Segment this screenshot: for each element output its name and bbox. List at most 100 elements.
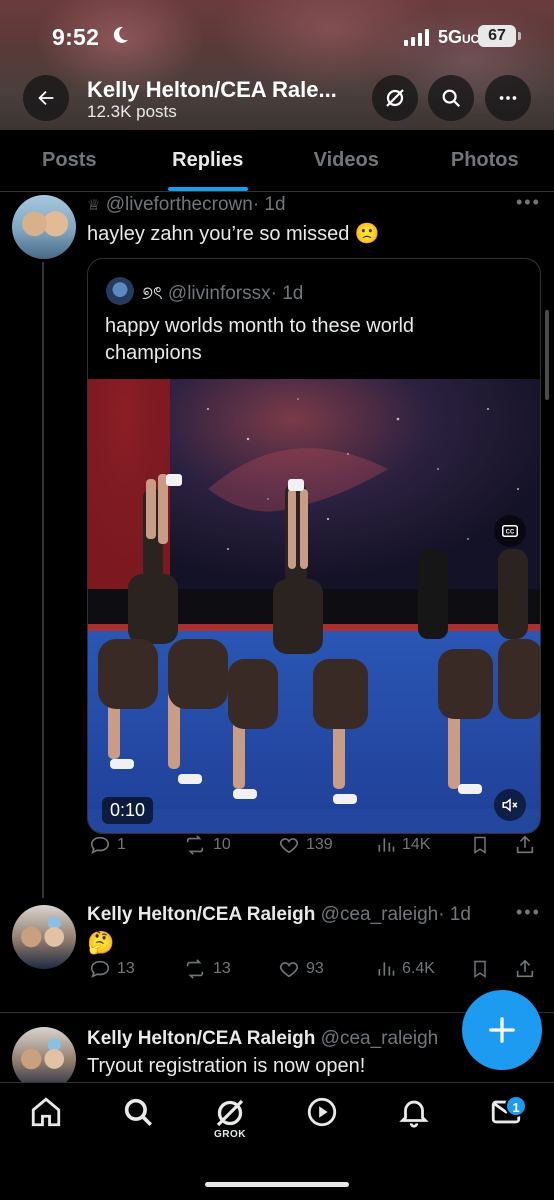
plus-icon	[489, 1017, 515, 1043]
repost-icon	[186, 835, 204, 855]
post-time: · 1d	[252, 194, 286, 215]
post-handle[interactable]: @cea_raleigh	[321, 1028, 439, 1049]
post-header: Kelly Helton/CEA Raleigh @cea_raleigh	[87, 1028, 457, 1050]
views-icon	[378, 838, 395, 852]
views-count: 14K	[402, 836, 431, 853]
search-button[interactable]	[428, 75, 474, 121]
home-icon	[31, 1097, 61, 1127]
post-text: hayley zahn you’re so missed 🙁	[87, 223, 380, 245]
cheer-video-frame	[88, 379, 540, 833]
bell-icon	[399, 1100, 429, 1128]
mute-button[interactable]	[494, 789, 526, 821]
avatar[interactable]	[12, 905, 76, 969]
grok-icon	[216, 1099, 244, 1127]
repost-button[interactable]: 13	[183, 958, 231, 980]
quote-text: happy worlds month to these world champi…	[105, 315, 415, 364]
search-icon	[124, 1098, 153, 1127]
post-handle[interactable]: @liveforthecrown	[106, 194, 253, 215]
home-indicator	[205, 1182, 349, 1187]
quote-name: ୭ৎ	[142, 283, 163, 303]
grok-label: GROK	[214, 1129, 246, 1140]
thread-connector	[42, 262, 44, 898]
reply-count: 1	[117, 836, 126, 853]
tab-replies[interactable]: Replies	[139, 130, 278, 191]
profile-header-banner: 9:52 5GUC 67 Kelly Helton/CEA Rale... 12…	[0, 0, 554, 130]
bookmark-icon[interactable]	[470, 958, 490, 980]
signal-icon	[404, 29, 429, 46]
post-text: Tryout registration is now open!	[87, 1055, 366, 1077]
avatar[interactable]	[12, 195, 76, 259]
reply-count: 13	[117, 960, 135, 977]
play-circle-icon	[307, 1097, 337, 1127]
reply-button[interactable]: 13	[89, 958, 135, 980]
grok-button[interactable]	[372, 75, 418, 121]
compose-button[interactable]	[462, 990, 542, 1070]
network-label: 5GUC	[438, 27, 480, 47]
post-author[interactable]: Kelly Helton/CEA Raleigh	[87, 1028, 315, 1049]
repost-button[interactable]: 10	[183, 834, 231, 856]
heart-icon	[279, 838, 299, 854]
profile-name: Kelly Helton/CEA Rale...	[87, 77, 337, 102]
grok-icon	[386, 89, 404, 107]
nav-messages[interactable]: 1	[481, 1095, 531, 1151]
scrollbar[interactable]	[545, 310, 549, 400]
views-button[interactable]: 6.4K	[376, 959, 435, 979]
views-button[interactable]: 14K	[376, 835, 430, 855]
arrow-left-icon	[38, 90, 54, 106]
like-count: 93	[306, 960, 324, 977]
messages-badge: 1	[505, 1095, 527, 1117]
svg-text:CC: CC	[506, 530, 515, 536]
muted-speaker-icon	[502, 798, 518, 812]
like-count: 139	[306, 836, 333, 853]
like-button[interactable]: 139	[278, 834, 333, 856]
quote-header: ୭ৎ @livinforssx· 1d	[142, 279, 303, 310]
reply-icon	[90, 836, 110, 854]
post-time: · 1d	[438, 904, 471, 925]
more-icon	[499, 96, 517, 100]
tab-photos[interactable]: Photos	[416, 130, 554, 191]
nav-video[interactable]	[297, 1095, 347, 1151]
video-thumbnail[interactable]: CC 0:10	[88, 379, 540, 833]
status-time: 9:52	[52, 24, 100, 50]
views-icon	[378, 962, 395, 976]
heart-icon	[279, 962, 299, 978]
tab-videos[interactable]: Videos	[277, 130, 416, 191]
battery-icon: 67	[478, 25, 521, 47]
like-button[interactable]: 93	[278, 958, 324, 980]
more-button[interactable]	[485, 75, 531, 121]
repost-count: 13	[213, 960, 231, 977]
post-handle[interactable]: @cea_raleigh	[321, 904, 439, 925]
post-header: ♕ @liveforthecrown· 1d	[87, 194, 286, 216]
bookmark-icon[interactable]	[470, 834, 490, 856]
repost-count: 10	[213, 836, 231, 853]
back-button[interactable]	[23, 75, 69, 121]
reply-button[interactable]: 1	[89, 834, 126, 856]
repost-icon	[186, 959, 204, 979]
quote-tweet[interactable]: ୭ৎ @livinforssx· 1d happy worlds month t…	[87, 258, 541, 834]
tab-posts[interactable]: Posts	[0, 130, 139, 191]
views-count: 6.4K	[402, 960, 435, 977]
moon-icon	[113, 26, 128, 43]
post-text: 🤔	[87, 930, 115, 955]
search-icon	[442, 89, 461, 108]
share-icon[interactable]	[514, 958, 536, 980]
nav-search[interactable]	[113, 1095, 163, 1151]
quote-handle: @livinforssx	[167, 283, 271, 304]
reply-icon	[90, 960, 110, 978]
post-more-icon[interactable]: •••	[516, 192, 541, 213]
video-duration: 0:10	[102, 797, 154, 824]
nav-notifications[interactable]	[389, 1095, 439, 1151]
post-header: Kelly Helton/CEA Raleigh @cea_raleigh· 1…	[87, 904, 471, 926]
captions-button[interactable]: CC	[494, 515, 526, 547]
crown-icon: ♕	[87, 197, 101, 214]
nav-grok[interactable]: GROK	[205, 1095, 255, 1151]
captions-icon: CC	[502, 525, 518, 537]
post-author[interactable]: Kelly Helton/CEA Raleigh	[87, 904, 315, 925]
post-more-icon[interactable]: •••	[516, 902, 541, 923]
posts-count: 12.3K posts	[87, 102, 177, 121]
profile-tabs: Posts Replies Videos Photos	[0, 130, 554, 192]
quote-time: · 1d	[270, 283, 304, 304]
share-icon[interactable]	[514, 834, 536, 856]
nav-home[interactable]	[21, 1095, 71, 1151]
quote-avatar	[106, 277, 134, 305]
